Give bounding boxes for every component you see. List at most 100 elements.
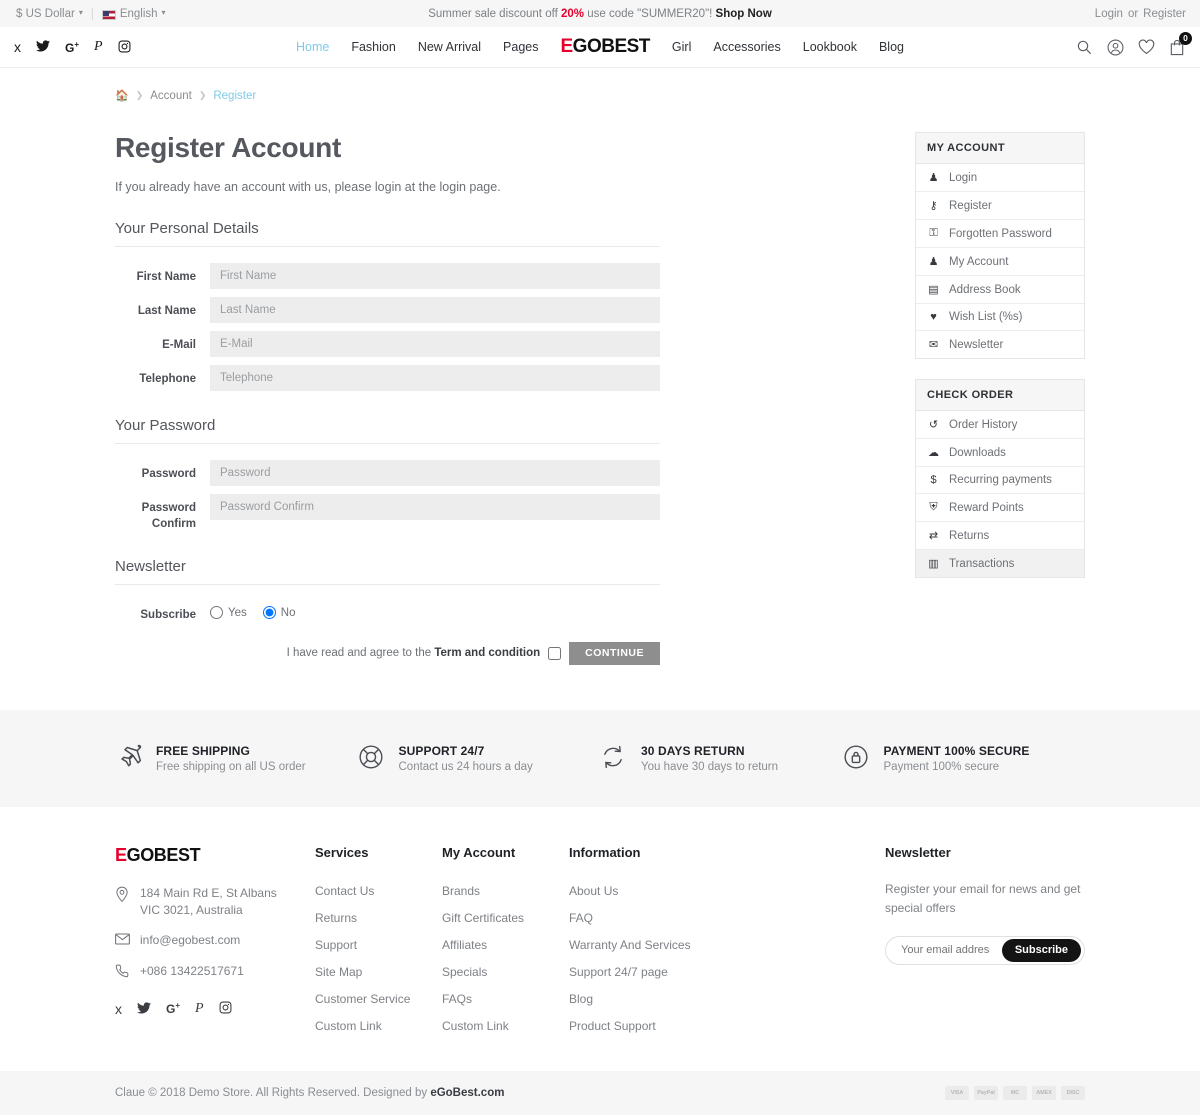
wishlist-heart-icon[interactable] [1138, 39, 1155, 56]
site-header: x G+ P Home Fashion New Arrival Pages EG… [0, 27, 1200, 68]
footer-link[interactable]: FAQs [442, 992, 569, 1006]
nav-item-accessories[interactable]: Accessories [713, 40, 780, 54]
email-input[interactable] [210, 331, 660, 357]
footer-link[interactable]: Custom Link [315, 1019, 442, 1033]
footer-link[interactable]: Gift Certificates [442, 911, 569, 925]
pinterest-icon[interactable]: P [195, 1001, 204, 1017]
nav-item-home[interactable]: Home [296, 40, 329, 54]
account-sidebar: MY ACCOUNT ♟ Login ⚷ Register ⚿ Forgotte… [915, 132, 1085, 598]
label-telephone: Telephone [115, 365, 210, 388]
footer-link[interactable]: FAQ [569, 911, 719, 925]
nav-item-girl[interactable]: Girl [672, 40, 691, 54]
login-link[interactable]: Login [1095, 8, 1123, 20]
footer-email-text[interactable]: info@egobest.com [140, 932, 240, 949]
promo-percent: 20% [561, 8, 584, 20]
shield-icon: ⛨ [927, 501, 940, 514]
newsletter-description: Register your email for news and get spe… [885, 880, 1085, 918]
subscribe-no-option[interactable]: No [263, 606, 296, 619]
sidebar-item-returns[interactable]: ⇄ Returns [916, 522, 1084, 550]
sidebar-item-newsletter[interactable]: ✉ Newsletter [916, 331, 1084, 358]
telephone-input[interactable] [210, 365, 660, 391]
footer-link[interactable]: Returns [315, 911, 442, 925]
nav-item-fashion[interactable]: Fashion [351, 40, 395, 54]
sidebar-item-recurring-payments[interactable]: $ Recurring payments [916, 467, 1084, 494]
footer-email: info@egobest.com [115, 932, 315, 949]
twitter-icon[interactable] [137, 1001, 151, 1017]
subscribe-yes-option[interactable]: Yes [210, 606, 247, 619]
footer-address-text: 184 Main Rd E, St Albans VIC 3021, Austr… [140, 885, 277, 920]
chevron-down-icon: ▾ [162, 8, 166, 17]
sidebar-item-register[interactable]: ⚷ Register [916, 192, 1084, 220]
site-logo[interactable]: EGOBEST [560, 36, 649, 58]
footer-link[interactable]: Customer Service [315, 992, 442, 1006]
nav-item-new-arrival[interactable]: New Arrival [418, 40, 481, 54]
footer-link[interactable]: Warranty And Services [569, 938, 719, 952]
user-account-icon[interactable] [1107, 39, 1124, 56]
topbar-left: $ US Dollar ▾ | English ▾ [0, 8, 174, 20]
sidebar-item-label: Transactions [949, 558, 1014, 570]
paypal-icon: PayPal [974, 1086, 998, 1100]
footer-address: 184 Main Rd E, St Albans VIC 3021, Austr… [115, 885, 315, 920]
footer-link[interactable]: Site Map [315, 965, 442, 979]
sidebar-item-my-account[interactable]: ♟ My Account [916, 248, 1084, 276]
sidebar-item-login[interactable]: ♟ Login [916, 164, 1084, 192]
sidebar-item-address-book[interactable]: ▤ Address Book [916, 276, 1084, 304]
breadcrumb-separator: ❯ [136, 90, 144, 101]
copyright-brand-link[interactable]: eGoBest.com [430, 1087, 504, 1099]
sidebar-item-label: Forgotten Password [949, 228, 1052, 240]
footer-link[interactable]: Support [315, 938, 442, 952]
sidebar-item-reward-points[interactable]: ⛨ Reward Points [916, 494, 1084, 522]
password-input[interactable] [210, 460, 660, 486]
subscribe-no-label: No [281, 607, 296, 619]
nav-item-lookbook[interactable]: Lookbook [803, 40, 857, 54]
cart-count-badge: 0 [1179, 32, 1192, 45]
nav-item-pages[interactable]: Pages [503, 40, 538, 54]
newsletter-subscribe-button[interactable]: Subscribe [1002, 939, 1081, 962]
footer-logo-rest: GOBEST [127, 845, 201, 865]
footer-link[interactable]: Blog [569, 992, 719, 1006]
sidebar-item-label: Downloads [949, 447, 1006, 459]
footer-link[interactable]: Affiliates [442, 938, 569, 952]
label-last-name: Last Name [115, 297, 210, 320]
currency-selector[interactable]: $ US Dollar ▾ [8, 8, 91, 20]
subscribe-yes-radio[interactable] [210, 606, 223, 619]
terms-link[interactable]: Term and condition [434, 647, 540, 659]
shop-now-link[interactable]: Shop Now [716, 8, 772, 20]
register-link[interactable]: Register [1143, 8, 1186, 20]
topbar: $ US Dollar ▾ | English ▾ Summer sale di… [0, 0, 1200, 27]
terms-agreement-text: I have read and agree to the Term and co… [287, 647, 541, 659]
sidebar-item-forgotten-password[interactable]: ⚿ Forgotten Password [916, 220, 1084, 248]
instagram-icon[interactable] [219, 1001, 232, 1017]
dollar-icon: $ [927, 474, 940, 486]
sidebar-item-transactions[interactable]: ▥ Transactions [916, 550, 1084, 577]
home-icon[interactable]: 🏠 [115, 89, 129, 102]
service-text: FREE SHIPPING Free shipping on all US or… [156, 744, 306, 773]
breadcrumb-item-account[interactable]: Account [150, 90, 192, 102]
sidebar-item-downloads[interactable]: ☁ Downloads [916, 439, 1084, 467]
subscribe-radio-group: Yes No [210, 601, 305, 619]
facebook-icon[interactable]: x [115, 1001, 122, 1017]
password-confirm-input[interactable] [210, 494, 660, 520]
footer-link[interactable]: Support 24/7 page [569, 965, 719, 979]
footer-link[interactable]: Custom Link [442, 1019, 569, 1033]
service-text: PAYMENT 100% SECURE Payment 100% secure [884, 744, 1030, 773]
address-book-icon: ▤ [927, 283, 940, 296]
sidebar-item-order-history[interactable]: ↺ Order History [916, 411, 1084, 439]
main-content: Register Account If you already have an … [115, 102, 1085, 710]
footer-link[interactable]: Specials [442, 965, 569, 979]
continue-button[interactable]: CONTINUE [569, 642, 660, 665]
newsletter-email-input[interactable] [889, 944, 1002, 956]
sidebar-item-wish-list[interactable]: ♥ Wish List (%s) [916, 304, 1084, 331]
search-icon[interactable] [1076, 39, 1093, 56]
footer-logo[interactable]: EGOBEST [115, 845, 315, 866]
subscribe-no-radio[interactable] [263, 606, 276, 619]
language-selector[interactable]: English ▾ [94, 8, 174, 20]
first-name-input[interactable] [210, 263, 660, 289]
refresh-icon [600, 744, 628, 772]
footer-link[interactable]: Product Support [569, 1019, 719, 1033]
last-name-input[interactable] [210, 297, 660, 323]
terms-checkbox[interactable] [548, 647, 561, 660]
google-plus-icon[interactable]: G+ [166, 1001, 180, 1017]
cart-icon[interactable]: 0 [1169, 39, 1186, 56]
nav-item-blog[interactable]: Blog [879, 40, 904, 54]
